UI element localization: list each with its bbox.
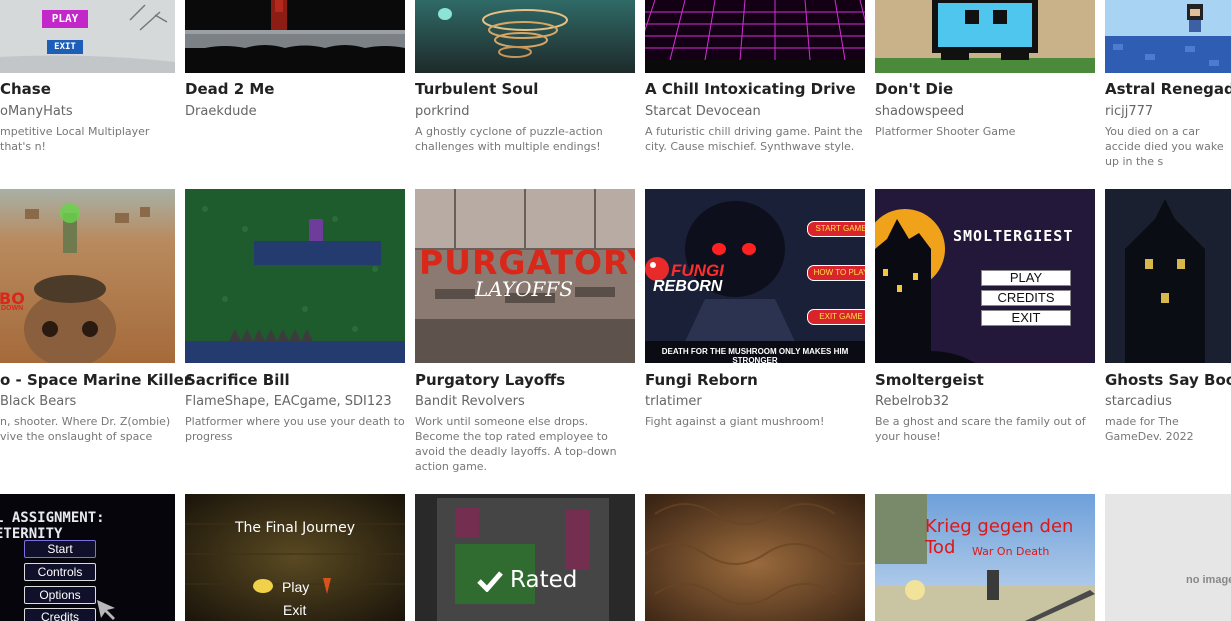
thumbnail-art xyxy=(0,189,175,363)
game-thumbnail[interactable]: Rated xyxy=(415,494,635,621)
game-title[interactable]: Astral Renegades xyxy=(1105,80,1231,98)
game-title[interactable]: Ghosts Say Boo! xyxy=(1105,371,1231,389)
game-author[interactable]: Draekdude xyxy=(185,104,257,119)
game-title[interactable]: A Chill Intoxicating Drive xyxy=(645,80,856,98)
game-thumbnail[interactable]: SMOLTERGIEST PLAY CREDITS EXIT xyxy=(875,189,1095,363)
thumbnail-art xyxy=(185,0,405,73)
game-description: n, shooter. Where Dr. Z(ombie) vive the … xyxy=(0,415,171,443)
game-description: Be a ghost and scare the family out of y… xyxy=(875,415,1086,443)
thumbnail-subtitle: War On Death xyxy=(972,545,1050,558)
thumbnail-art xyxy=(1105,189,1231,363)
checkmark-icon xyxy=(477,571,503,592)
game-title[interactable]: Chase xyxy=(0,80,51,98)
thumbnail-subtitle: DOWN xyxy=(1,305,24,312)
thumbnail-logo-line2: REBORN xyxy=(653,278,723,295)
game-description: Work until someone else drops. Become th… xyxy=(415,415,617,473)
game-author[interactable]: Bandit Revolvers xyxy=(415,394,525,409)
game-thumbnail[interactable]: BO DOWN xyxy=(0,189,175,363)
game-description: made for The GameDev. 2022 xyxy=(1105,415,1194,443)
game-description: A ghostly cyclone of puzzle-action chall… xyxy=(415,125,603,153)
game-author[interactable]: ricjj777 xyxy=(1105,104,1153,119)
game-thumbnail[interactable] xyxy=(645,494,865,621)
game-author[interactable]: starcadius xyxy=(1105,394,1172,409)
cursor-icon xyxy=(97,600,115,620)
game-thumbnail[interactable]: FUNGI REBORN START GAME HOW TO PLAY EXIT… xyxy=(645,189,865,363)
thumbnail-logo: L ASSIGNMENT: ETERNITY xyxy=(0,510,105,542)
exit-label: EXIT xyxy=(47,40,83,54)
game-author[interactable]: oManyHats xyxy=(0,104,73,119)
game-title[interactable]: Dead 2 Me xyxy=(185,80,274,98)
options-button: Options xyxy=(24,586,96,604)
game-title[interactable]: Don't Die xyxy=(875,80,953,98)
thumbnail-logo: The Final Journey xyxy=(234,520,356,536)
game-thumbnail[interactable] xyxy=(645,0,865,73)
game-description: Platformer where you use your death to p… xyxy=(185,415,405,443)
thumbnail-caption: DEATH FOR THE MUSHROOM ONLY MAKES HIM ST… xyxy=(661,347,849,363)
game-thumbnail[interactable] xyxy=(185,0,405,73)
controls-button: Controls xyxy=(24,563,96,581)
play-label: PLAY xyxy=(42,10,88,28)
thumbnail-logo: SMOLTERGIEST xyxy=(953,227,1074,245)
game-author[interactable]: shadowspeed xyxy=(875,104,964,119)
game-thumbnail[interactable]: The Final Journey Play Exit xyxy=(185,494,405,621)
exit-label: Exit xyxy=(283,602,307,618)
thumbnail-art xyxy=(875,0,1095,73)
game-description: Fight against a giant mushroom! xyxy=(645,415,825,428)
game-thumbnail[interactable] xyxy=(415,0,635,73)
game-thumbnail[interactable]: no image xyxy=(1105,494,1231,621)
thumbnail-art xyxy=(1105,0,1231,73)
game-description: You died on a car accide died you wake u… xyxy=(1105,125,1224,168)
game-thumbnail[interactable] xyxy=(875,0,1095,73)
game-description: Platformer Shooter Game xyxy=(875,125,1016,138)
game-author[interactable]: Black Bears xyxy=(0,394,76,409)
exit-button: EXIT xyxy=(981,310,1071,326)
no-image-placeholder: no image xyxy=(1186,574,1231,586)
credits-button: CREDITS xyxy=(981,290,1071,306)
game-thumbnail[interactable]: PLAY EXIT xyxy=(0,0,175,73)
game-thumbnail[interactable]: Krieg gegen den Tod War On Death xyxy=(875,494,1095,621)
game-title[interactable]: Smoltergeist xyxy=(875,371,984,389)
thumbnail-art xyxy=(415,494,635,621)
game-description: mpetitive Local Multiplayer that's n! xyxy=(0,125,150,153)
game-title[interactable]: Sacrifice Bill xyxy=(185,371,290,389)
play-button: PLAY xyxy=(981,270,1071,286)
thumbnail-art xyxy=(185,189,405,363)
thumbnail-subtitle: LAYOFFS xyxy=(475,277,573,301)
game-author[interactable]: trlatimer xyxy=(645,394,702,409)
rated-badge: Rated xyxy=(510,567,578,593)
game-author[interactable]: Starcat Devocean xyxy=(645,104,761,119)
game-author[interactable]: porkrind xyxy=(415,104,470,119)
how-to-play-button: HOW TO PLAY xyxy=(807,265,865,281)
game-thumbnail[interactable] xyxy=(1105,189,1231,363)
game-title[interactable]: Fungi Reborn xyxy=(645,371,758,389)
play-label: Play xyxy=(282,579,310,595)
game-author[interactable]: FlameShape, EACgame, SDI123 xyxy=(185,394,392,409)
game-thumbnail[interactable]: L ASSIGNMENT: ETERNITY Start Controls Op… xyxy=(0,494,175,621)
game-title[interactable]: Purgatory Layoffs xyxy=(415,371,565,389)
start-game-button: START GAME xyxy=(807,221,865,237)
credits-button: Credits xyxy=(24,608,96,621)
game-thumbnail[interactable] xyxy=(185,189,405,363)
game-thumbnail[interactable] xyxy=(1105,0,1231,73)
exit-game-button: EXIT GAME xyxy=(807,309,865,325)
game-description: A futuristic chill driving game. Paint t… xyxy=(645,125,863,153)
game-thumbnail[interactable]: PURGATORY LAYOFFS xyxy=(415,189,635,363)
game-title[interactable]: Turbulent Soul xyxy=(415,80,538,98)
game-title[interactable]: o - Space Marine Killer xyxy=(0,371,191,389)
game-author[interactable]: Rebelrob32 xyxy=(875,394,949,409)
thumbnail-art xyxy=(415,0,635,73)
thumbnail-art xyxy=(645,494,865,621)
thumbnail-art xyxy=(645,0,865,73)
start-button: Start xyxy=(24,540,96,558)
